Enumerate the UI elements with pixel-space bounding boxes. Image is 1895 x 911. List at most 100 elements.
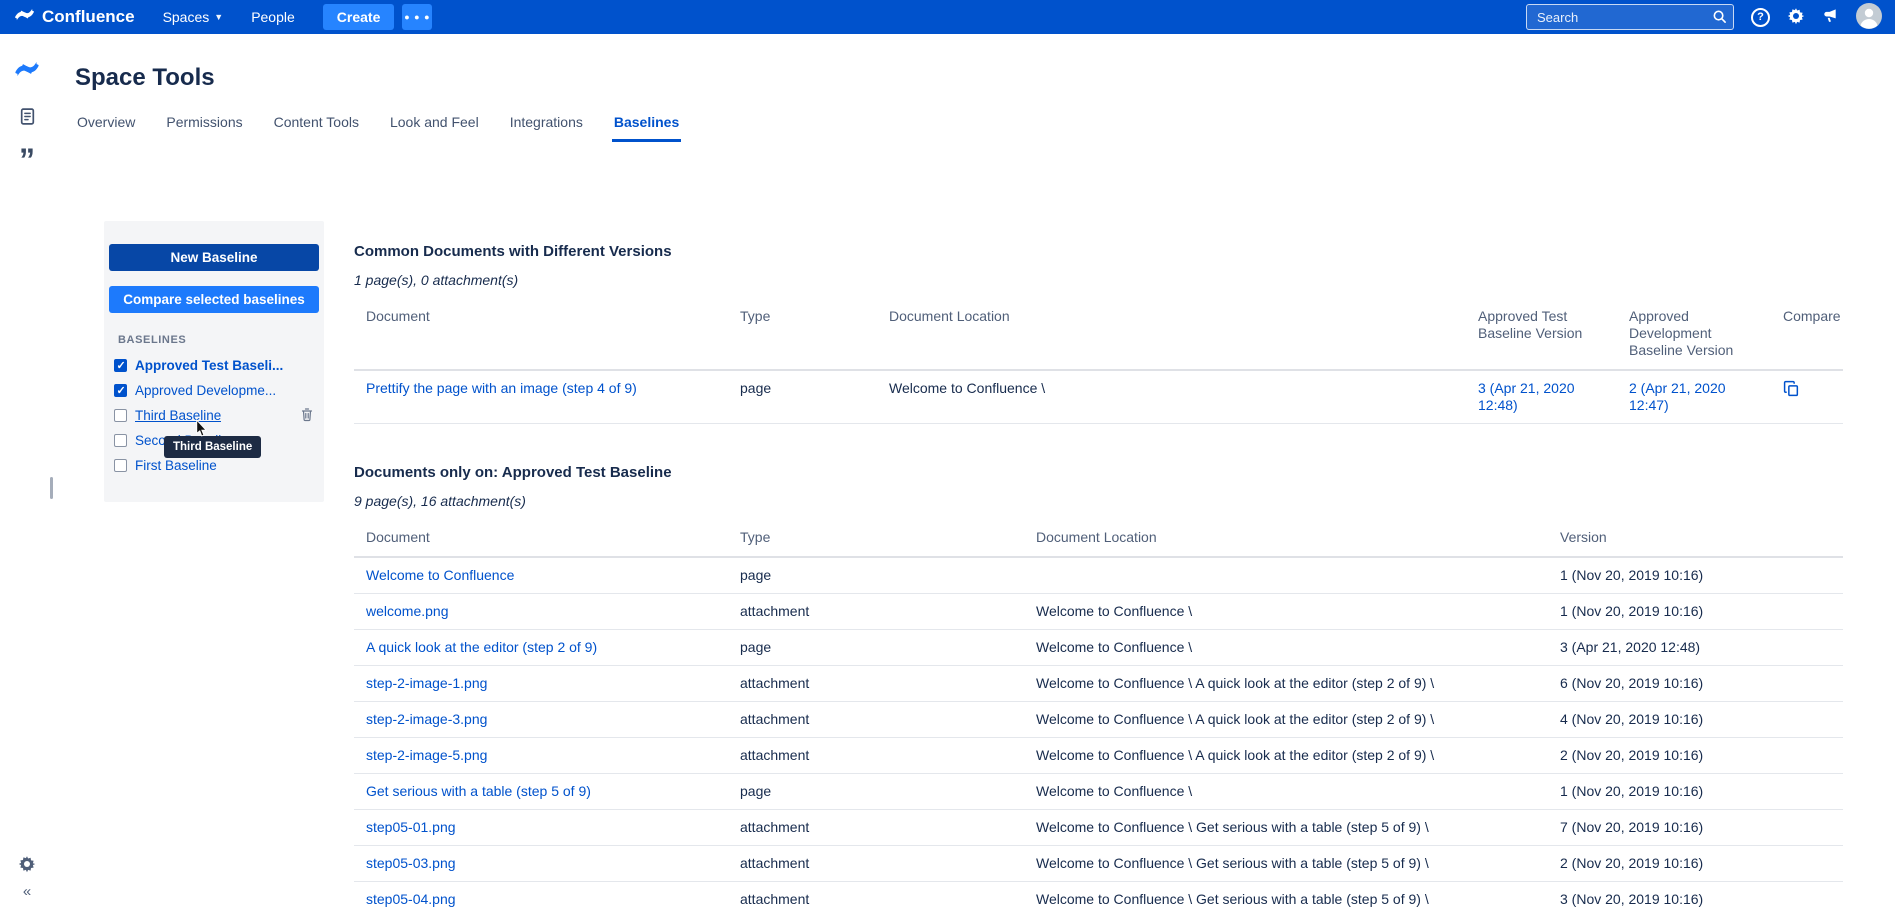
baseline-link[interactable]: First Baseline [135, 458, 217, 473]
col-type: Type [728, 523, 1024, 558]
test-version-link[interactable]: 3 (Apr 21, 2020 12:48) [1478, 380, 1575, 413]
type-cell: page [728, 629, 1024, 666]
location-cell: Welcome to Confluence \ [1024, 629, 1548, 666]
type-cell: attachment [728, 845, 1024, 882]
settings-button[interactable] [1787, 7, 1805, 28]
document-cell: step05-03.png [354, 845, 728, 882]
type-cell: attachment [728, 809, 1024, 846]
type-cell: page [728, 557, 1024, 594]
baseline-link[interactable]: Third Baseline [135, 408, 221, 423]
more-menu-button[interactable]: ● ● ● [402, 4, 433, 30]
baseline-checkbox[interactable] [114, 459, 127, 472]
baseline-checkbox[interactable] [114, 359, 127, 372]
location-cell: Welcome to Confluence \ A quick look at … [1024, 737, 1548, 774]
nav-spaces[interactable]: Spaces ▼ [163, 9, 224, 25]
tab-content-tools[interactable]: Content Tools [272, 114, 361, 142]
only-on-title: Documents only on: Approved Test Baselin… [354, 464, 672, 481]
version-cell: 7 (Nov 20, 2019 10:16) [1548, 809, 1843, 846]
version-cell: 1 (Nov 20, 2019 10:16) [1548, 557, 1843, 594]
document-link[interactable]: Get serious with a table (step 5 of 9) [366, 783, 591, 799]
confluence-logo[interactable]: Confluence [14, 4, 135, 30]
nav-spaces-label: Spaces [162, 9, 210, 25]
baseline-link[interactable]: Approved Test Baseli... [135, 358, 283, 373]
dev-version-link[interactable]: 2 (Apr 21, 2020 12:47) [1629, 380, 1726, 413]
baselines-panel: New Baseline Compare selected baselines … [104, 221, 324, 502]
location-cell: Welcome to Confluence \ A quick look at … [1024, 701, 1548, 738]
document-link[interactable]: welcome.png [366, 603, 449, 619]
space-logo-icon[interactable] [14, 56, 40, 82]
document-link[interactable]: Prettify the page with an image (step 4 … [366, 380, 637, 396]
user-avatar[interactable] [1856, 2, 1882, 32]
location-cell: Welcome to Confluence \ Get serious with… [1024, 881, 1548, 911]
document-link[interactable]: step-2-image-3.png [366, 711, 487, 727]
tab-overview[interactable]: Overview [75, 114, 137, 142]
version-cell: 1 (Nov 20, 2019 10:16) [1548, 593, 1843, 630]
baseline-link[interactable]: Approved Developme... [135, 383, 276, 398]
tab-look-and-feel[interactable]: Look and Feel [388, 114, 481, 142]
table-row: Welcome to Confluence page 1 (Nov 20, 20… [354, 557, 1843, 594]
copy-compare-icon [1783, 380, 1800, 400]
document-link[interactable]: step-2-image-5.png [366, 747, 487, 763]
table-row: Get serious with a table (step 5 of 9) p… [354, 773, 1843, 810]
trash-icon [300, 407, 314, 425]
col-type: Type [728, 302, 877, 371]
type-cell: attachment [728, 701, 1024, 738]
col-document: Document [354, 302, 728, 371]
create-button[interactable]: Create [322, 4, 395, 30]
col-dev-version: Approved Development Baseline Version [1617, 302, 1771, 371]
document-link[interactable]: step05-01.png [366, 819, 456, 835]
table-row: step-2-image-3.png attachment Welcome to… [354, 701, 1843, 738]
search-icon[interactable] [1712, 9, 1727, 29]
document-link[interactable]: A quick look at the editor (step 2 of 9) [366, 639, 597, 655]
nav-people[interactable]: People [251, 9, 295, 25]
location-cell [1024, 557, 1548, 594]
location-cell: Welcome to Confluence \ [1024, 773, 1548, 810]
document-link[interactable]: step05-03.png [366, 855, 456, 871]
version-cell: 3 (Apr 21, 2020 12:48) [1548, 629, 1843, 666]
baselines-heading: BASELINES [118, 334, 187, 346]
compare-versions-button[interactable] [1783, 380, 1800, 400]
baseline-checkbox[interactable] [114, 384, 127, 397]
version-cell: 2 (Nov 20, 2019 10:16) [1548, 845, 1843, 882]
collapse-sidebar-icon[interactable]: « [23, 884, 31, 899]
chevron-down-icon: ▼ [214, 12, 224, 22]
location-cell: Welcome to Confluence \ Get serious with… [1024, 809, 1548, 846]
tab-permissions[interactable]: Permissions [164, 114, 244, 142]
type-cell: page [728, 370, 877, 424]
blogs-quote-icon[interactable]: ” [19, 144, 35, 176]
baseline-checkbox[interactable] [114, 409, 127, 422]
sidebar-resize-handle[interactable] [50, 477, 53, 499]
help-icon: ? [1751, 7, 1770, 27]
test-version-cell: 3 (Apr 21, 2020 12:48) [1466, 370, 1617, 424]
location-cell: Welcome to Confluence \ Get serious with… [1024, 845, 1548, 882]
help-button[interactable]: ? [1751, 7, 1770, 27]
col-compare: Compare [1771, 302, 1843, 371]
table-row: welcome.png attachment Welcome to Conflu… [354, 593, 1843, 630]
document-link[interactable]: step05-04.png [366, 891, 456, 907]
document-link[interactable]: Welcome to Confluence [366, 567, 514, 583]
compare-baselines-button[interactable]: Compare selected baselines [109, 286, 319, 313]
type-cell: attachment [728, 665, 1024, 702]
common-documents-table: Document Type Document Location Approved… [354, 302, 1843, 424]
space-tools-tabs: Overview Permissions Content Tools Look … [75, 114, 1895, 142]
brand-name: Confluence [42, 7, 135, 26]
delete-baseline-button[interactable] [300, 407, 314, 425]
document-link[interactable]: step-2-image-1.png [366, 675, 487, 691]
document-cell: step05-01.png [354, 809, 728, 846]
table-row: step05-01.png attachment Welcome to Conf… [354, 809, 1843, 846]
version-cell: 3 (Nov 20, 2019 10:16) [1548, 881, 1843, 911]
space-settings-gear-icon[interactable] [18, 855, 36, 878]
type-cell: attachment [728, 881, 1024, 911]
compare-cell [1771, 370, 1843, 424]
table-row: step-2-image-1.png attachment Welcome to… [354, 665, 1843, 702]
tab-baselines[interactable]: Baselines [611, 114, 682, 142]
baseline-comparison-results: Common Documents with Different Versions… [354, 221, 1895, 911]
baseline-checkbox[interactable] [114, 434, 127, 447]
tab-integrations[interactable]: Integrations [508, 114, 585, 142]
pages-icon[interactable] [18, 107, 37, 126]
type-cell: page [728, 773, 1024, 810]
new-baseline-button[interactable]: New Baseline [109, 244, 319, 271]
only-on-documents-table: Document Type Document Location Version … [354, 523, 1843, 911]
search-input[interactable] [1526, 4, 1734, 30]
announcements-button[interactable] [1822, 7, 1839, 27]
